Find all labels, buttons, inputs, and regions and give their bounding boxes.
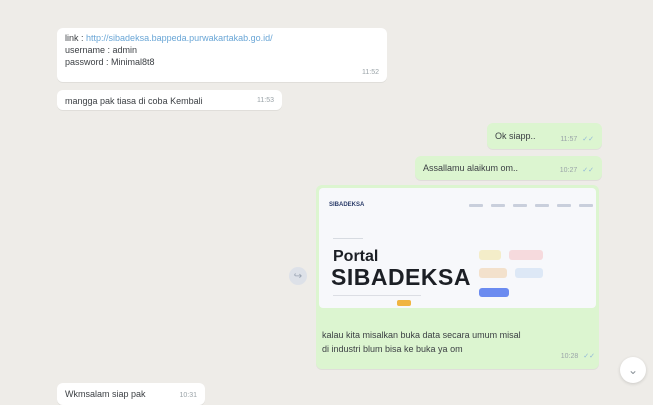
forward-icon[interactable]: ↪ (289, 267, 307, 285)
message-text: Ok siapp.. (495, 131, 536, 141)
message-text: Wkmsalam siap pak (65, 389, 146, 399)
message-ok[interactable]: Ok siapp.. 11:57 ✓✓ (487, 123, 602, 149)
preview-card (509, 250, 543, 260)
chevron-down-icon: ⌄ (627, 363, 639, 377)
scroll-down-button[interactable]: ⌄ (620, 357, 646, 383)
message-reply[interactable]: mangga pak tiasa di coba Kembali 11:53 (57, 90, 282, 110)
image-caption: kalau kita misalkan buka data secara umu… (322, 328, 592, 356)
caption-line: di industri blum bisa ke buka ya om (322, 344, 463, 354)
preview-subtitle-line: —————— (333, 236, 363, 242)
message-time: 10:31 (179, 392, 197, 399)
message-time-wrap: 10:27 ✓✓ (560, 165, 594, 177)
message-salam[interactable]: Assallamu alaikum om.. 10:27 ✓✓ (415, 156, 602, 180)
preview-card (479, 250, 501, 260)
message-link-line: link : http://sibadeksa.bappeda.purwakar… (65, 32, 273, 44)
website-screenshot-image[interactable]: SIBADEKSA —————— Portal SIBADEKSA ——————… (319, 188, 596, 308)
message-time: 10:27 (559, 167, 578, 174)
link-label: link : (65, 33, 84, 43)
double-check-icon: ✓✓ (582, 136, 594, 143)
preview-card (479, 288, 509, 297)
preview-button (397, 300, 411, 306)
message-time-wrap: 10:28 ✓✓ (561, 352, 595, 360)
message-time-wrap: 11:57 ✓✓ (560, 134, 594, 146)
portal-link[interactable]: http://sibadeksa.bappeda.purwakartakab.g… (86, 33, 273, 43)
message-time: 11:53 (257, 97, 274, 104)
caption-line: kalau kita misalkan buka data secara umu… (322, 330, 521, 340)
message-time: 10:28 (560, 353, 579, 360)
message-text: Assallamu alaikum om.. (423, 163, 519, 173)
preview-card (515, 268, 543, 278)
preview-title: SIBADEKSA (331, 264, 471, 290)
double-check-icon: ✓✓ (583, 353, 595, 360)
username-line: username : admin (65, 45, 138, 55)
preview-menu (469, 204, 593, 207)
message-wkmsalam[interactable]: Wkmsalam siap pak 10:31 (57, 383, 205, 405)
preview-brand: SIBADEKSA (329, 202, 365, 208)
message-credentials[interactable]: link : http://sibadeksa.bappeda.purwakar… (57, 28, 387, 82)
double-check-icon: ✓✓ (582, 167, 594, 174)
preview-description-line: —————————————————————— (333, 292, 421, 297)
message-text: mangga pak tiasa di coba Kembali (65, 96, 203, 106)
password-line: password : Minimal8t8 (65, 57, 155, 67)
message-time: 11:57 (560, 136, 578, 143)
chat-panel: link : http://sibadeksa.bappeda.purwakar… (0, 0, 653, 405)
message-time: 11:52 (362, 69, 379, 76)
preview-card (479, 268, 507, 278)
